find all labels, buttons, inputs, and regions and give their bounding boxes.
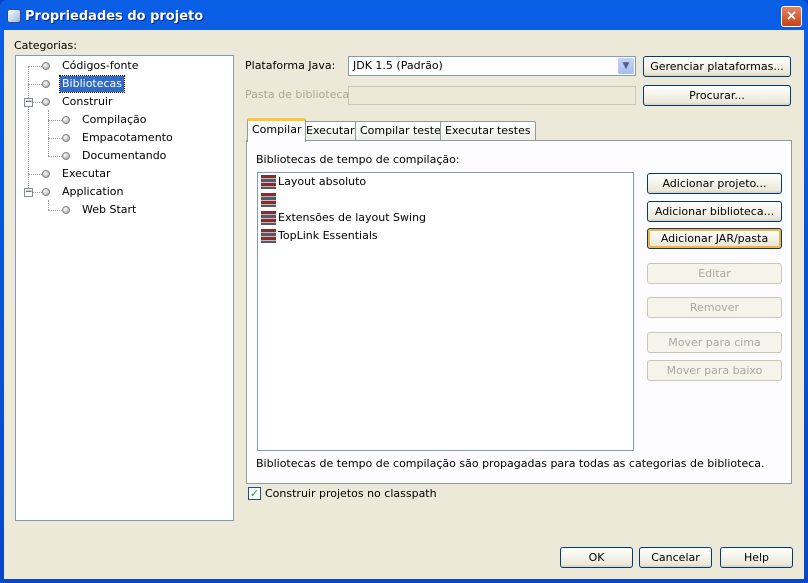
platform-value: JDK 1.5 (Padrão) (353, 59, 443, 72)
list-item[interactable]: TopLink Essentials (260, 227, 378, 245)
library-folder-label: Pasta de bibliotecas: (245, 88, 359, 101)
cancel-button[interactable]: Cancelar (639, 547, 712, 568)
app-icon (7, 9, 21, 23)
chevron-down-icon[interactable]: ▼ (618, 58, 634, 74)
close-button[interactable]: × (781, 6, 802, 27)
remove-button[interactable]: Remover (647, 297, 782, 318)
tab-compilar-testes[interactable]: Compilar testes (355, 121, 452, 141)
node-icon (62, 152, 70, 160)
library-icon (261, 193, 276, 207)
platform-label: Plataforma Java: (245, 59, 336, 72)
tab-compilar[interactable]: Compilar (247, 118, 307, 142)
add-jar-folder-button[interactable]: Adicionar JAR/pasta (647, 228, 782, 249)
node-icon (62, 116, 70, 124)
compile-libraries-label: Bibliotecas de tempo de compilação: (256, 153, 460, 166)
build-classpath-checkbox[interactable]: ✓ (248, 487, 261, 500)
list-item[interactable] (260, 191, 278, 209)
add-project-button[interactable]: Adicionar projeto... (647, 173, 782, 194)
tab-executar[interactable]: Executar (301, 121, 360, 141)
node-icon (42, 80, 50, 88)
compile-libraries-list[interactable]: Layout absoluto Extensões de layout Swin… (257, 172, 634, 451)
node-icon (42, 188, 50, 196)
categories-label: Categorias: (14, 39, 77, 52)
manage-platforms-button[interactable]: Gerenciar plataformas... (643, 56, 791, 77)
node-icon (42, 98, 50, 106)
node-icon (42, 62, 50, 70)
node-icon (62, 206, 70, 214)
dialog-body: Categorias: − − Códigos-fonte Biblioteca… (4, 30, 804, 579)
collapse-construir-icon[interactable]: − (24, 98, 33, 107)
list-item[interactable]: Extensões de layout Swing (260, 209, 426, 227)
categories-tree[interactable]: − − Códigos-fonte Bibliotecas Construir … (15, 55, 234, 521)
platform-select[interactable]: JDK 1.5 (Padrão) ▼ (348, 56, 636, 76)
propagation-note: Bibliotecas de tempo de compilação são p… (256, 457, 765, 470)
build-classpath-label[interactable]: Construir projetos no classpath (265, 487, 437, 500)
library-icon (261, 175, 276, 189)
move-up-button[interactable]: Mover para cima (647, 332, 782, 353)
library-icon (261, 229, 276, 243)
move-down-button[interactable]: Mover para baixo (647, 360, 782, 381)
collapse-application-icon[interactable]: − (24, 188, 33, 197)
ok-button[interactable]: OK (560, 547, 633, 568)
dialog-window: Propriedades do projeto × Categorias: − … (0, 0, 808, 583)
node-icon (42, 170, 50, 178)
tab-panel-compilar: Bibliotecas de tempo de compilação: Layo… (246, 140, 792, 484)
tab-executar-testes[interactable]: Executar testes (440, 121, 536, 141)
node-icon (62, 134, 70, 142)
library-folder-field[interactable] (348, 86, 636, 105)
browse-button[interactable]: Procurar... (643, 85, 791, 106)
window-title: Propriedades do projeto (25, 9, 204, 24)
list-item[interactable]: Layout absoluto (260, 173, 366, 191)
help-button[interactable]: Help (720, 547, 793, 568)
add-library-button[interactable]: Adicionar biblioteca... (647, 201, 782, 222)
library-icon (261, 211, 276, 225)
edit-button[interactable]: Editar (647, 263, 782, 284)
